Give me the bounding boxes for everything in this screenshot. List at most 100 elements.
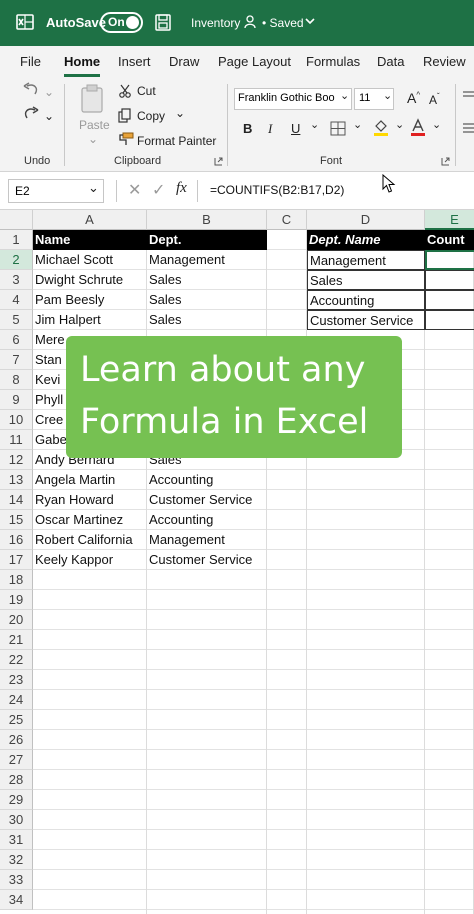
tab-review[interactable]: Review xyxy=(423,54,466,69)
cancel-icon[interactable]: ✕ xyxy=(128,180,141,200)
font-name-dropdown[interactable]: Franklin Gothic Boo xyxy=(234,88,352,110)
chevron-down-icon[interactable]: ⌄ xyxy=(383,89,392,102)
row-header-22[interactable]: 22 xyxy=(0,650,33,670)
table-cell[interactable] xyxy=(425,290,474,310)
paste-dropdown-icon[interactable]: ⌄ xyxy=(88,132,98,146)
borders-icon[interactable] xyxy=(330,121,346,136)
format-painter-label[interactable]: Format Painter xyxy=(137,134,216,148)
active-cell-e2[interactable] xyxy=(425,250,474,270)
column-header-d[interactable]: D xyxy=(307,210,425,230)
italic-button[interactable]: I xyxy=(268,121,272,137)
paste-label[interactable]: Paste xyxy=(79,118,110,132)
table-cell[interactable]: Accounting xyxy=(147,470,267,490)
name-box-dropdown-icon[interactable]: ⌄ xyxy=(88,180,99,196)
table-cell[interactable]: Sales xyxy=(147,310,267,330)
row-header-19[interactable]: 19 xyxy=(0,590,33,610)
copy-dropdown-icon[interactable]: ⌄ xyxy=(175,106,185,120)
align-top-icon[interactable] xyxy=(462,90,474,102)
row-header-26[interactable]: 26 xyxy=(0,730,33,750)
font-color-dropdown-icon[interactable]: ⌄ xyxy=(432,118,441,131)
row-header-29[interactable]: 29 xyxy=(0,790,33,810)
row-header-32[interactable]: 32 xyxy=(0,850,33,870)
table-cell[interactable]: Customer Service xyxy=(307,310,425,330)
row-header-1[interactable]: 1 xyxy=(0,230,33,250)
row-header-20[interactable]: 20 xyxy=(0,610,33,630)
row-header-10[interactable]: 10 xyxy=(0,410,33,430)
cut-label[interactable]: Cut xyxy=(137,84,156,98)
bold-button[interactable]: B xyxy=(243,121,252,136)
tab-home[interactable]: Home xyxy=(64,54,100,69)
row-header-27[interactable]: 27 xyxy=(0,750,33,770)
row-header-31[interactable]: 31 xyxy=(0,830,33,850)
save-icon[interactable] xyxy=(155,14,171,31)
column-header-c[interactable]: C xyxy=(267,210,307,230)
row-header-11[interactable]: 11 xyxy=(0,430,33,450)
row-header-9[interactable]: 9 xyxy=(0,390,33,410)
table-header-cell[interactable]: Dept. Name xyxy=(307,230,427,250)
redo-dropdown-icon[interactable]: ⌄ xyxy=(44,109,54,123)
format-painter-icon[interactable] xyxy=(118,132,134,146)
insert-function-icon[interactable]: fx xyxy=(176,180,187,197)
formula-input[interactable]: =COUNTIFS(B2:B17,D2) xyxy=(210,183,344,197)
table-cell[interactable]: Angela Martin xyxy=(33,470,147,490)
table-cell[interactable]: Ryan Howard xyxy=(33,490,147,510)
table-cell[interactable]: Sales xyxy=(147,270,267,290)
font-color-icon[interactable] xyxy=(410,118,426,137)
column-header-e[interactable]: E xyxy=(425,210,474,230)
row-header-25[interactable]: 25 xyxy=(0,710,33,730)
row-header-34[interactable]: 34 xyxy=(0,890,33,910)
tab-data[interactable]: Data xyxy=(377,54,404,69)
row-header-16[interactable]: 16 xyxy=(0,530,33,550)
chevron-down-icon[interactable] xyxy=(305,18,315,25)
tab-page-layout[interactable]: Page Layout xyxy=(218,54,291,69)
row-header-18[interactable]: 18 xyxy=(0,570,33,590)
table-cell[interactable]: Management xyxy=(147,250,267,270)
table-cell[interactable]: Customer Service xyxy=(147,490,267,510)
table-cell[interactable]: Customer Service xyxy=(147,550,267,570)
cut-icon[interactable] xyxy=(118,84,132,98)
row-header-7[interactable]: 7 xyxy=(0,350,33,370)
table-cell[interactable]: Jim Halpert xyxy=(33,310,147,330)
tab-insert[interactable]: Insert xyxy=(118,54,151,69)
table-cell[interactable]: Robert California xyxy=(33,530,147,550)
borders-dropdown-icon[interactable]: ⌄ xyxy=(353,118,362,131)
table-header-cell[interactable]: Dept. xyxy=(147,230,267,250)
table-cell[interactable]: Management xyxy=(307,250,425,270)
table-cell[interactable]: Keely Kappor xyxy=(33,550,147,570)
paste-icon[interactable] xyxy=(80,84,106,114)
table-header-cell[interactable]: Name xyxy=(33,230,147,250)
column-header-b[interactable]: B xyxy=(147,210,267,230)
row-header-15[interactable]: 15 xyxy=(0,510,33,530)
row-header-2[interactable]: 2 xyxy=(0,250,33,270)
dialog-launcher-icon[interactable] xyxy=(214,157,223,166)
row-header-24[interactable]: 24 xyxy=(0,690,33,710)
table-cell[interactable]: Sales xyxy=(147,290,267,310)
table-header-cell[interactable]: Count xyxy=(425,230,474,250)
copy-icon[interactable] xyxy=(118,108,132,123)
table-cell[interactable] xyxy=(425,270,474,290)
dialog-launcher-icon[interactable] xyxy=(441,157,450,166)
undo-icon[interactable] xyxy=(22,82,40,98)
underline-button[interactable]: U xyxy=(291,121,300,136)
table-cell[interactable]: Management xyxy=(147,530,267,550)
row-header-28[interactable]: 28 xyxy=(0,770,33,790)
row-header-17[interactable]: 17 xyxy=(0,550,33,570)
tab-draw[interactable]: Draw xyxy=(169,54,199,69)
row-header-3[interactable]: 3 xyxy=(0,270,33,290)
table-cell[interactable]: Accounting xyxy=(307,290,425,310)
table-cell[interactable]: Michael Scott xyxy=(33,250,147,270)
row-header-4[interactable]: 4 xyxy=(0,290,33,310)
align-left-icon[interactable] xyxy=(462,122,474,134)
redo-icon[interactable] xyxy=(22,106,40,122)
row-header-12[interactable]: 12 xyxy=(0,450,33,470)
row-header-13[interactable]: 13 xyxy=(0,470,33,490)
tab-formulas[interactable]: Formulas xyxy=(306,54,360,69)
table-cell[interactable]: Dwight Schrute xyxy=(33,270,147,290)
tab-file[interactable]: File xyxy=(20,54,41,69)
row-header-23[interactable]: 23 xyxy=(0,670,33,690)
table-cell[interactable]: Accounting xyxy=(147,510,267,530)
increase-font-size-icon[interactable]: A^ xyxy=(407,90,420,106)
row-header-8[interactable]: 8 xyxy=(0,370,33,390)
row-header-21[interactable]: 21 xyxy=(0,630,33,650)
autosave-toggle[interactable]: On xyxy=(100,12,143,33)
